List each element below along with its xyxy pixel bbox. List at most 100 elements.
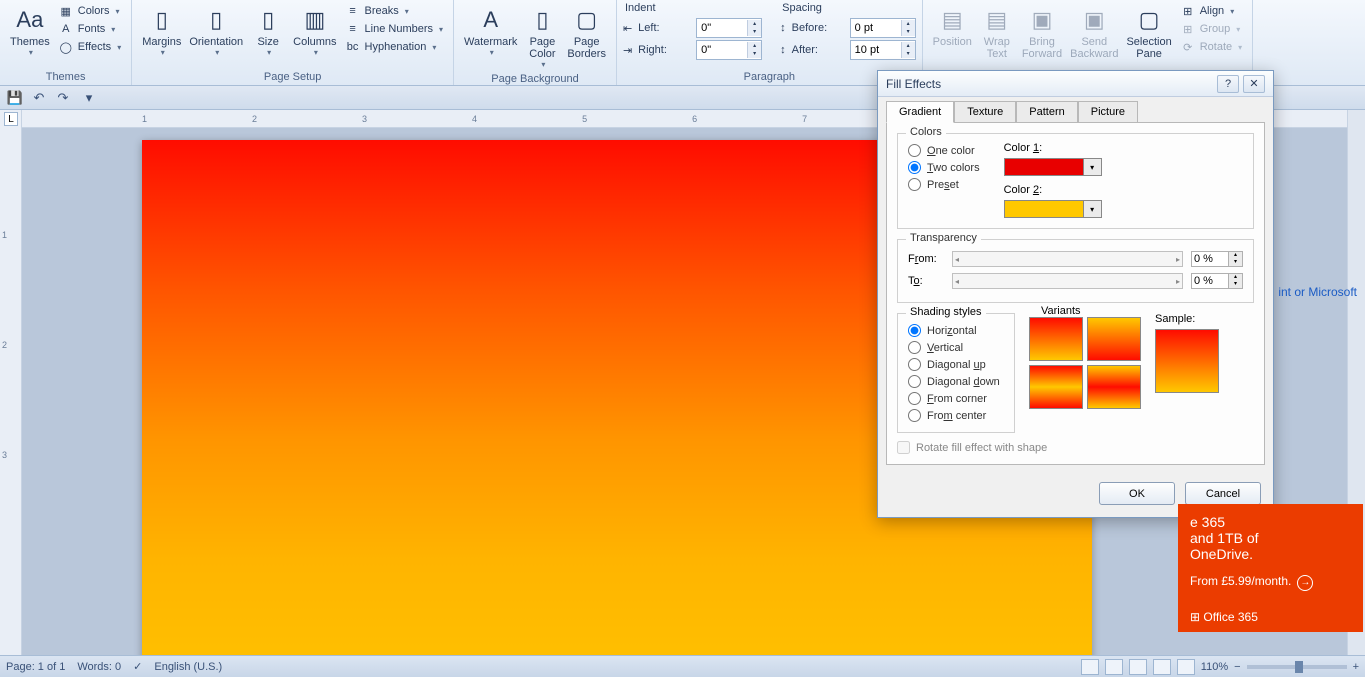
group-themes: Aa Themes▾ ▦Colors▾ AFonts▾ ◯Effects▾ Th… [0,0,132,85]
zoom-level[interactable]: 110% [1201,661,1228,673]
orientation-icon: ▯ [200,4,232,36]
tab-texture[interactable]: Texture [954,101,1016,123]
radio-diagonal-down[interactable]: Diagonal down [908,373,1004,390]
qat-dropdown[interactable]: ▾ [80,89,98,107]
variant-3[interactable] [1029,365,1083,409]
language-status[interactable]: English (U.S.) [154,661,222,673]
radio-preset[interactable]: Preset [908,176,980,193]
view-outline[interactable] [1153,659,1171,675]
view-web[interactable] [1129,659,1147,675]
watermark-button[interactable]: AWatermark▾ [460,2,521,59]
line-numbers-button[interactable]: ≡Line Numbers▾ [341,20,448,38]
position-button: ▤Position [929,2,976,50]
rotate-checkbox: Rotate fill effect with shape [897,433,1254,454]
color1-picker[interactable]: ▾ [1004,158,1102,176]
view-full-screen[interactable] [1105,659,1123,675]
indent-right-input[interactable]: ▴▾ [696,40,762,60]
from-slider[interactable]: ◂▸ [952,251,1183,267]
size-icon: ▯ [252,4,284,36]
close-button[interactable]: ✕ [1243,75,1265,93]
effects-icon: ◯ [58,39,74,55]
radio-two-colors[interactable]: Two colors [908,159,980,176]
rotate-icon: ⟳ [1180,39,1196,55]
office365-ad[interactable]: e 365 and 1TB of OneDrive. From £5.99/mo… [1178,504,1363,632]
save-icon[interactable]: 💾 [6,89,24,107]
spacing-before-input[interactable]: ▴▾ [850,18,916,38]
view-draft[interactable] [1177,659,1195,675]
zoom-slider[interactable] [1247,665,1347,669]
radio-one-color[interactable]: OOne colorne color [908,142,980,159]
themes-button[interactable]: Aa Themes▾ [6,2,54,59]
word-count[interactable]: Words: 0 [77,661,121,673]
from-input[interactable] [1191,251,1229,267]
rotate-button: ⟳Rotate▾ [1176,38,1246,56]
breaks-button[interactable]: ≡Breaks▾ [341,2,448,20]
variant-4[interactable] [1087,365,1141,409]
page-status[interactable]: Page: 1 of 1 [6,661,65,673]
wrap-icon: ▤ [981,4,1013,36]
radio-horizontal[interactable]: Horizontal [908,322,1004,339]
view-print-layout[interactable] [1081,659,1099,675]
transparency-fieldset: Transparency From:◂▸▴▾ To:◂▸▴▾ [897,239,1254,303]
page-color-icon: ▯ [526,4,558,36]
group-icon: ⊞ [1180,21,1196,37]
colors-button[interactable]: ▦Colors▾ [54,2,125,20]
to-slider[interactable]: ◂▸ [952,273,1183,289]
indent-left-icon: ⇤ [623,22,632,35]
to-input[interactable] [1191,273,1229,289]
size-button[interactable]: ▯Size▾ [247,2,289,59]
columns-icon: ▥ [299,4,331,36]
ok-button[interactable]: OK [1099,482,1175,505]
sample-preview [1155,329,1219,393]
margins-button[interactable]: ▯Margins▾ [138,2,185,59]
undo-icon[interactable]: ↶ [30,89,48,107]
radio-vertical[interactable]: Vertical [908,339,1004,356]
bring-forward-button: ▣Bring Forward [1018,2,1066,62]
columns-button[interactable]: ▥Columns▾ [289,2,340,59]
selection-icon: ▢ [1133,4,1165,36]
chevron-down-icon[interactable]: ▾ [1084,158,1102,176]
dialog-title: Fill Effects [886,77,941,91]
sidebar-link[interactable]: int or Microsoft [1278,285,1357,299]
radio-from-center[interactable]: From center [908,407,1004,424]
indent-right-icon: ⇥ [623,44,632,57]
cancel-button[interactable]: Cancel [1185,482,1261,505]
help-button[interactable]: ? [1217,75,1239,93]
spell-check-icon[interactable]: ✓ [133,660,142,673]
tab-picture[interactable]: Picture [1078,101,1138,123]
colors-fieldset: Colors OOne colorne color Two colors Pre… [897,133,1254,229]
chevron-down-icon[interactable]: ▾ [1084,200,1102,218]
dialog-title-bar[interactable]: Fill Effects ? ✕ [878,71,1273,97]
group-page-setup: ▯Margins▾ ▯Orientation▾ ▯Size▾ ▥Columns▾… [132,0,454,85]
radio-diagonal-up[interactable]: Diagonal up [908,356,1004,373]
hyphenation-button[interactable]: bcHyphenation▾ [341,38,448,56]
color2-label: Color 2: [1004,184,1102,196]
themes-icon: Aa [14,4,46,36]
align-button[interactable]: ⊞Align▾ [1176,2,1246,20]
variant-2[interactable] [1087,317,1141,361]
zoom-in[interactable]: + [1353,661,1359,673]
page-color-button[interactable]: ▯Page Color▾ [521,2,563,71]
selection-pane-button[interactable]: ▢Selection Pane [1122,2,1175,62]
tab-pattern[interactable]: Pattern [1016,101,1077,123]
page-borders-icon: ▢ [571,4,603,36]
office-logo: ⊞ Office 365 [1190,610,1258,624]
indent-left-input[interactable]: ▴▾ [696,18,762,38]
position-icon: ▤ [936,4,968,36]
color2-picker[interactable]: ▾ [1004,200,1102,218]
tab-selector[interactable]: L [4,112,18,126]
spacing-after-input[interactable]: ▴▾ [850,40,916,60]
orientation-button[interactable]: ▯Orientation▾ [185,2,247,59]
zoom-out[interactable]: − [1234,661,1240,673]
variant-1[interactable] [1029,317,1083,361]
margins-icon: ▯ [146,4,178,36]
page-borders-button[interactable]: ▢Page Borders [563,2,610,62]
effects-button[interactable]: ◯Effects▾ [54,38,125,56]
redo-icon[interactable]: ↷ [54,89,72,107]
fonts-button[interactable]: AFonts▾ [54,20,125,38]
radio-from-corner[interactable]: From corner [908,390,1004,407]
forward-icon: ▣ [1026,4,1058,36]
watermark-icon: A [475,4,507,36]
group-page-background: AWatermark▾ ▯Page Color▾ ▢Page Borders P… [454,0,617,85]
tab-gradient[interactable]: Gradient [886,101,954,123]
